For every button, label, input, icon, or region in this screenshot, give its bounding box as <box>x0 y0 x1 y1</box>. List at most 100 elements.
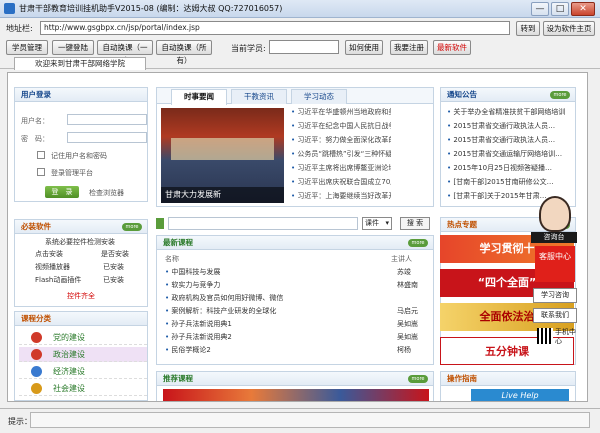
table-row[interactable]: • 软实力与竞争力 <box>165 280 220 290</box>
auto-switch-all-button[interactable]: 自动换课（所有） <box>156 40 212 65</box>
lecturer-cell: 柯杨 <box>397 346 411 354</box>
check-browser-link[interactable]: 检查浏览器 <box>89 188 124 198</box>
notice-more-button[interactable]: more <box>550 91 570 99</box>
courses-more-button[interactable]: more <box>408 239 428 247</box>
browser-tab[interactable]: 欢迎来到甘肃干部网络学院 <box>14 57 146 70</box>
notice-item[interactable]: • [甘南干部]2015甘南研修公文… <box>447 177 565 187</box>
status-field <box>30 412 590 428</box>
notice-item[interactable]: • 关于举办全省精准扶贫干部网络培训… <box>447 107 565 117</box>
set-home-button[interactable]: 设为软件主页 <box>543 21 595 36</box>
notice-item[interactable]: • 2015甘肃省交通行政执法人员… <box>447 135 565 145</box>
recommend-more-button[interactable]: more <box>408 375 428 383</box>
username-input[interactable] <box>67 114 147 125</box>
news-panel: 时事要闻 干教资讯 学习动态 甘肃大力发展新 • 习近平在华盛顿州当地政府和美国… <box>156 87 434 207</box>
table-row[interactable]: • 中国科技与发展 <box>165 267 220 277</box>
search-bar-marker <box>156 218 164 229</box>
video-player-label: 视频播放器 <box>35 263 70 271</box>
notice-title: 通知公告 more <box>441 88 575 102</box>
software-title: 必装软件 more <box>15 220 147 234</box>
remember-checkbox[interactable] <box>37 151 45 159</box>
table-row[interactable]: • 孙子兵法新说用典2 <box>165 332 232 342</box>
news-item[interactable]: • 习近平：努力做全面深化改革的实… <box>291 135 391 145</box>
auto-switch-page-button[interactable]: 自动换课（一页） <box>97 40 153 65</box>
register-button[interactable]: 我要注册 <box>390 40 428 55</box>
table-row[interactable]: • 民俗学概论2 <box>165 345 211 355</box>
current-student-field[interactable] <box>269 40 339 54</box>
table-row[interactable]: • 案例解析：科技产业研发的全球化 <box>165 306 276 316</box>
notice-item[interactable]: • 2015年10月25日视频答疑播… <box>447 163 565 173</box>
phone-center-link[interactable]: 手机中心 <box>555 328 577 346</box>
lecturer-cell: 林盛南 <box>397 281 418 289</box>
news-item[interactable]: • 习近平：上海要继续当好改革开放… <box>291 191 391 201</box>
col-lecturer-header: 主讲人 <box>391 255 412 263</box>
controls-complete-link[interactable]: 控件齐全 <box>67 291 95 301</box>
password-input[interactable] <box>67 132 147 143</box>
platform-checkbox[interactable] <box>37 168 45 176</box>
search-button[interactable]: 搜 索 <box>400 217 430 230</box>
news-item[interactable]: • 习近平在纪念中国人民抗日战争暨… <box>291 121 391 131</box>
login-title: 用户登录 <box>15 88 147 102</box>
tab-study-news[interactable]: 学习动态 <box>291 89 347 104</box>
news-photo[interactable]: 甘肃大力发展新 <box>161 108 284 203</box>
category-item-party[interactable]: 党的建设 <box>19 330 147 345</box>
installed-header: 是否安装 <box>101 250 129 258</box>
remember-label: 记住用户名和密码 <box>51 152 107 160</box>
search-input[interactable] <box>168 217 358 230</box>
category-item-economy[interactable]: 经济建设 <box>19 364 147 379</box>
tab-cadre-info[interactable]: 干教资讯 <box>231 89 287 104</box>
current-student-label: 当前学员: <box>231 44 266 53</box>
news-item[interactable]: • 公务员“跳槽热”引发“三种怀疑… <box>291 149 391 159</box>
service-center-button[interactable]: 客服中心 <box>535 246 575 282</box>
society-icon <box>31 383 42 394</box>
status-bar: 提示： <box>0 408 600 433</box>
close-button[interactable]: ✕ <box>571 2 595 16</box>
news-item[interactable]: • 习近平在华盛顿州当地政府和美国… <box>291 107 391 117</box>
url-input[interactable]: http://www.gsgbpx.cn/jsp/portal/index.js… <box>40 21 510 35</box>
latest-software-button[interactable]: 最新软件 <box>433 40 471 55</box>
search-bar: 课件 ▾ 搜 索 <box>156 217 434 232</box>
study-consult-button[interactable]: 学习咨询 <box>533 288 577 303</box>
notice-item[interactable]: • 2015甘肃省交通运输厅网络培训… <box>447 149 565 159</box>
login-button[interactable]: 登 录 <box>45 186 79 198</box>
title-bar: 甘肃干部教育培训挂机助手V2015-08 (编制：达姆大叔 QQ:7270160… <box>0 0 600 18</box>
table-row[interactable]: • 政府机构及官员如何用好微博、微信 <box>165 293 283 303</box>
one-click-login-button[interactable]: 一键登陆 <box>52 40 94 55</box>
password-label: 密 码： <box>21 135 49 143</box>
maximize-button[interactable]: □ <box>551 2 569 16</box>
consult-widget: 咨询台 客服中心 学习咨询 联系我们 手机中心 <box>517 196 594 361</box>
guide-panel: 操作指南 Live Help <box>440 371 576 401</box>
video-player-status: 已安装 <box>103 263 124 271</box>
software-subtitle: 系统必要控件检测安装 <box>45 238 115 246</box>
recommend-title: 推荐课程 more <box>157 372 433 386</box>
lecturer-cell: 吴如嵩 <box>397 320 418 328</box>
search-type-select[interactable]: 课件 ▾ <box>362 217 392 230</box>
software-more-button[interactable]: more <box>122 223 142 231</box>
flash-plugin-status: 已安装 <box>103 276 124 284</box>
flash-plugin-label: Flash动画插件 <box>35 276 82 284</box>
minimize-button[interactable]: — <box>531 2 549 16</box>
go-button[interactable]: 转到 <box>516 21 540 36</box>
news-item[interactable]: • 习近平主席将出席博鳌亚洲论坛2… <box>291 163 391 173</box>
category-item-politics[interactable]: 政治建设 <box>19 347 147 362</box>
notice-panel: 通知公告 more • 关于举办全省精准扶贫干部网络培训… • 2015甘肃省交通… <box>440 87 576 207</box>
guide-title: 操作指南 <box>441 372 575 386</box>
install-link[interactable]: 点击安装 <box>35 249 63 259</box>
photo-stage <box>171 138 274 160</box>
courses-panel: 最新课程 more 名称 主讲人 • 中国科技与发展 苏竣 • 软实力与竞争力 林… <box>156 235 434 365</box>
notice-item[interactable]: • 2015甘肃省交通行政执法人员… <box>447 121 565 131</box>
consult-desk-label: 咨询台 <box>531 232 577 243</box>
category-item-society[interactable]: 社会建设 <box>19 381 147 396</box>
recommend-thumbnails[interactable] <box>163 389 429 401</box>
news-item[interactable]: • 习近平出席庆祝联合国成立70周… <box>291 177 391 187</box>
table-row[interactable]: • 孙子兵法新说用典1 <box>165 319 232 329</box>
student-manage-button[interactable]: 学员管理 <box>6 40 48 55</box>
toolbar: 学员管理 一键登陆 自动换课（一页） 自动换课（所有） 当前学员: 如何使用 我… <box>0 39 600 65</box>
tab-current-news[interactable]: 时事要闻 <box>171 89 227 105</box>
economy-icon <box>31 366 42 377</box>
live-help-banner[interactable]: Live Help <box>471 389 569 401</box>
news-tabs: 时事要闻 干教资讯 学习动态 <box>157 88 433 105</box>
contact-us-button[interactable]: 联系我们 <box>533 308 577 323</box>
emblem-icon <box>31 349 42 360</box>
lecturer-cell: 吴如嵩 <box>397 333 418 341</box>
how-to-use-button[interactable]: 如何使用 <box>345 40 383 55</box>
